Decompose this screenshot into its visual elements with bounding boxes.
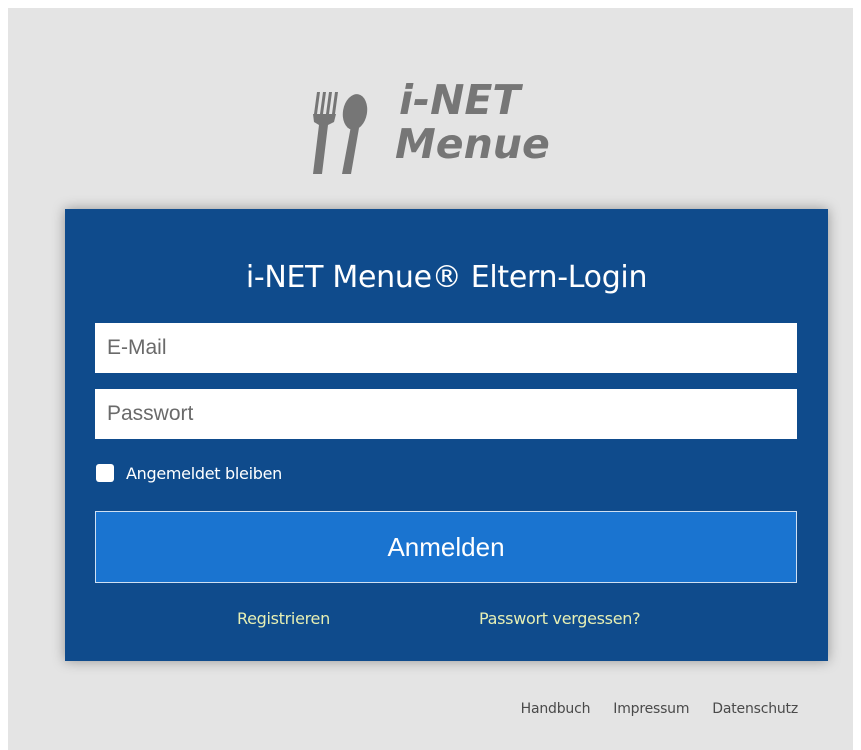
- password-field[interactable]: [95, 389, 797, 439]
- forgot-password-link[interactable]: Passwort vergessen?: [479, 609, 641, 628]
- email-field[interactable]: [95, 323, 797, 373]
- remember-me-checkbox[interactable]: [96, 464, 114, 482]
- login-button[interactable]: Anmelden: [95, 511, 797, 583]
- page-background: i-NET Menue i-NET Menue® Eltern-Login An…: [8, 8, 853, 750]
- logo-wordmark: i-NET Menue: [395, 76, 550, 166]
- logo-line-1: i-NET: [399, 76, 521, 124]
- footer-links: Handbuch Impressum Datenschutz: [521, 701, 799, 717]
- login-panel: i-NET Menue® Eltern-Login Angemeldet ble…: [65, 209, 828, 661]
- cutlery-icon: [313, 92, 368, 174]
- logo-line-2: Menue: [395, 120, 550, 168]
- register-link[interactable]: Registrieren: [237, 609, 330, 628]
- footer-link-impressum[interactable]: Impressum: [613, 701, 689, 717]
- login-title: i-NET Menue® Eltern-Login: [245, 260, 648, 295]
- remember-me-label[interactable]: Angemeldet bleiben: [126, 464, 282, 483]
- remember-me-row[interactable]: Angemeldet bleiben: [96, 463, 282, 483]
- footer-link-handbuch[interactable]: Handbuch: [521, 701, 591, 717]
- footer-link-datenschutz[interactable]: Datenschutz: [712, 701, 798, 717]
- app-logo: i-NET Menue: [301, 78, 581, 188]
